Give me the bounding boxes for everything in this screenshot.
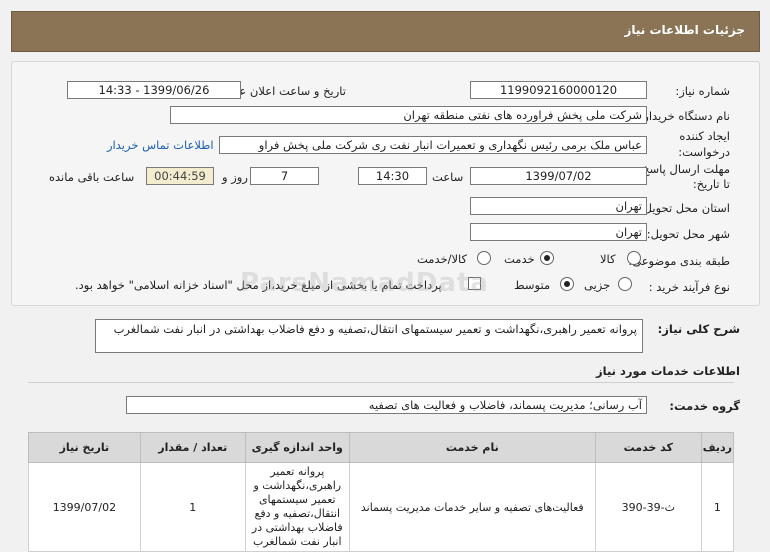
table-header-row: ردیف کد خدمت نام خدمت واحد اندازه گیری ت… <box>28 432 735 463</box>
services-table: ردیف کد خدمت نام خدمت واحد اندازه گیری ت… <box>28 432 735 552</box>
days-label: روز و <box>222 170 248 184</box>
buyer-label: نام دستگاه خریدار: <box>639 109 730 123</box>
service-group-label: گروه خدمت: <box>669 399 740 413</box>
deadline-date-field: 1399/07/02 <box>470 167 647 185</box>
cell-service-name: فعالیت‌های تصفیه و سایر خدمات مدیریت پسم… <box>348 462 596 552</box>
category-option-both-label: کالا/خدمت <box>417 252 468 266</box>
category-option-service-label: خدمت <box>504 252 535 266</box>
description-box: پروانه تعمیر راهبری،نگهداشت و تعمیر سیست… <box>95 319 643 353</box>
creator-label-line1: ایجاد کننده <box>679 129 730 143</box>
province-field: تهران <box>470 197 647 215</box>
announce-field: 1399/06/26 - 14:33 <box>67 81 241 99</box>
services-section-title: اطلاعات خدمات مورد نیاز <box>596 364 740 378</box>
cell-row-number: 1 <box>700 462 735 552</box>
watermark-text: ParsNamadData <box>240 268 489 298</box>
page-title: جزئیات اطلاعات نیاز <box>624 23 745 37</box>
category-option-goods-label: کالا <box>600 252 616 266</box>
col-header-date: تاریخ نیاز <box>28 432 141 463</box>
description-label: شرح کلی نیاز: <box>657 322 740 336</box>
cell-quantity: 1 <box>139 462 246 552</box>
deadline-label-line1: مهلت ارسال پاسخ: <box>638 162 730 176</box>
creator-label-line2: درخواست: <box>678 145 730 159</box>
process-radio-minor[interactable] <box>618 277 632 291</box>
need-number-label: شماره نیاز: <box>675 84 730 98</box>
section-divider <box>28 382 734 383</box>
category-label: طبقه بندی موضوعی: <box>628 254 730 268</box>
province-label: استان محل تحویل: <box>639 201 730 215</box>
col-header-quantity: تعداد / مقدار <box>139 432 246 463</box>
deadline-time-label: ساعت <box>432 170 464 184</box>
remaining-time-label: ساعت باقی مانده <box>49 170 135 184</box>
col-header-name: نام خدمت <box>348 432 596 463</box>
page-header: جزئیات اطلاعات نیاز <box>11 11 760 52</box>
remaining-time-field: 00:44:59 <box>146 167 214 185</box>
table-row: 1 ث-39-390 فعالیت‌های تصفیه و سایر خدمات… <box>28 462 735 552</box>
col-header-unit: واحد اندازه گیری <box>244 432 350 463</box>
process-radio-medium[interactable] <box>560 277 574 291</box>
col-header-code: کد خدمت <box>594 432 702 463</box>
deadline-time-field: 14:30 <box>358 167 427 185</box>
cell-service-code: ث-39-390 <box>594 462 702 552</box>
creator-field: عباس ملک برمی رئیس نگهداری و تعمیرات انب… <box>219 136 647 154</box>
buyer-contact-link[interactable]: اطلاعات تماس خریدار <box>107 138 214 152</box>
process-label: نوع فرآیند خرید : <box>648 280 730 294</box>
cell-unit: پروانه تعمیر راهبری،نگهداشت و تعمیر سیست… <box>244 462 350 552</box>
service-group-field: آب رسانی؛ مدیریت پسماند، فاضلاب و فعالیت… <box>126 396 647 414</box>
process-option-medium-label: متوسط <box>514 278 551 292</box>
days-field: 7 <box>250 167 319 185</box>
city-field: تهران <box>470 223 647 241</box>
col-header-row: ردیف <box>700 432 735 463</box>
category-radio-goods[interactable] <box>627 251 641 265</box>
cell-need-date: 1399/07/02 <box>28 462 141 552</box>
process-option-minor-label: جزیی <box>584 278 611 292</box>
buyer-field: شرکت ملی پخش فراورده های نفتی منطقه تهرا… <box>170 106 647 124</box>
category-radio-service[interactable] <box>540 251 554 265</box>
city-label: شهر محل تحویل: <box>646 227 730 241</box>
deadline-label-line2: تا تاریخ: <box>692 177 730 191</box>
need-number-field: 1199092160000120 <box>470 81 647 99</box>
category-radio-both[interactable] <box>477 251 491 265</box>
